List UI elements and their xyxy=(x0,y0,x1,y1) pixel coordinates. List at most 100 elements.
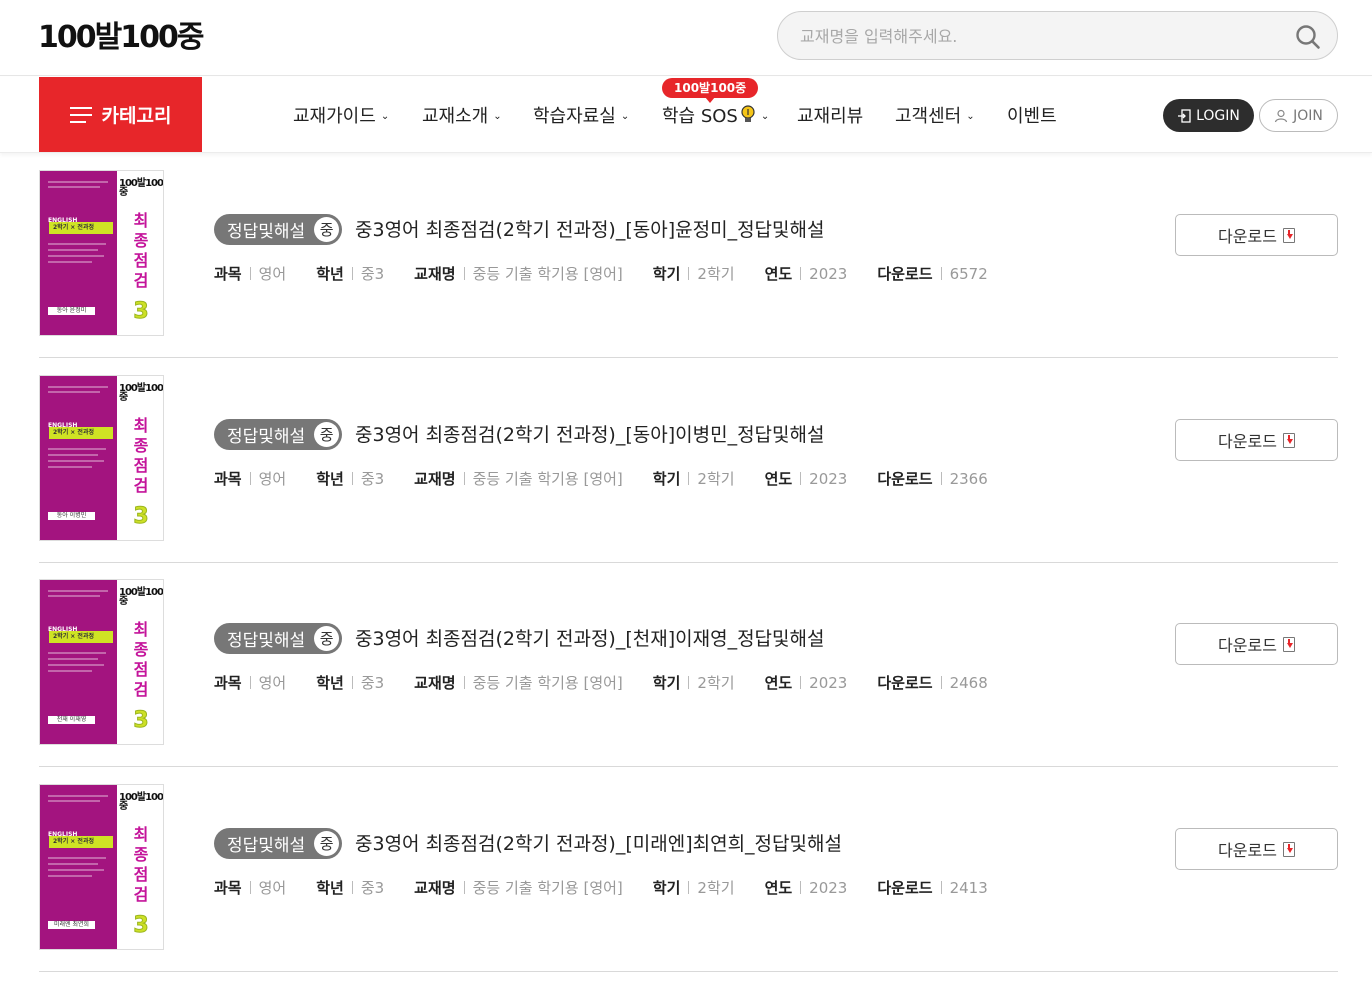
nav-item-sos[interactable]: 학습 SOS ⌄ xyxy=(662,101,769,129)
meta-key-downloads: 다운로드 xyxy=(877,470,933,488)
book-cover[interactable]: ENGLISH 2학기 × 전과정 동아 윤정미 100발100중 최종점검 3 xyxy=(39,170,164,336)
cover-number: 3 xyxy=(133,504,149,530)
category-badge: 정답및해설 중 xyxy=(214,623,343,654)
cover-publisher: 미래엔 최연희 xyxy=(48,921,95,929)
login-icon xyxy=(1178,108,1191,123)
cover-number: 3 xyxy=(133,299,149,325)
meta-key-subject: 과목 xyxy=(214,674,242,692)
meta-year: 2023 xyxy=(809,469,848,488)
meta-book: 중등 기출 학기용 [영어] xyxy=(472,674,623,692)
meta-semester: 2학기 xyxy=(697,470,735,488)
login-button[interactable]: LOGIN xyxy=(1163,99,1254,132)
meta-key-book: 교재명 xyxy=(414,879,456,897)
meta-key-semester: 학기 xyxy=(652,470,681,488)
cover-range: 2학기 × 전과정 xyxy=(49,631,113,643)
download-button[interactable]: 다운로드 xyxy=(1175,214,1338,256)
level-badge: 중 xyxy=(314,626,340,651)
cover-vertical-char: 종 xyxy=(133,436,149,455)
download-label: 다운로드 xyxy=(1218,432,1277,451)
category-badge: 정답및해설 중 xyxy=(214,214,343,245)
nav-item-review[interactable]: 교재리뷰 xyxy=(797,101,863,129)
meta-key-year: 연도 xyxy=(764,674,793,692)
category-button[interactable]: 카테고리 xyxy=(39,77,202,152)
cover-number: 3 xyxy=(133,913,149,939)
meta-semester: 2학기 xyxy=(697,265,735,283)
cover-range: 2학기 × 전과정 xyxy=(49,836,113,848)
cover-number: 3 xyxy=(133,708,149,734)
nav-item-label: 교재리뷰 xyxy=(797,106,864,127)
meta-grade: 중3 xyxy=(360,470,385,488)
meta-subject: 영어 xyxy=(258,470,287,488)
search-input[interactable] xyxy=(800,24,1270,48)
nav-item-label: 학습 SOS xyxy=(662,106,738,127)
nav-item-support[interactable]: 고객센터 ⌄ xyxy=(895,101,975,129)
download-icon xyxy=(1282,636,1295,652)
meta-semester: 2학기 xyxy=(697,674,735,692)
cover-vertical-char: 검 xyxy=(133,476,149,495)
item-meta: 과목 영어 학년 중3 교재명 중등 기출 학기용 [영어] 학기 2학기 연도 2023… xyxy=(214,468,988,489)
item-title[interactable]: 중3영어 최종점검(2학기 전과정)_[동아]이병민_정답및해설 xyxy=(355,420,824,447)
user-icon xyxy=(1275,109,1288,122)
category-badge: 정답및해설 중 xyxy=(214,419,343,450)
meta-book: 중등 기출 학기용 [영어] xyxy=(472,879,623,897)
item-title[interactable]: 중3영어 최종점검(2학기 전과정)_[동아]윤정미_정답및해설 xyxy=(355,215,824,242)
list-item: ENGLISH 2학기 × 전과정 동아 윤정미 100발100중 최종점검 3… xyxy=(39,153,1338,358)
nav-item-intro[interactable]: 교재소개 ⌄ xyxy=(422,101,502,129)
cover-logo: 100발100중 xyxy=(119,587,163,607)
meta-year: 2023 xyxy=(809,264,848,283)
cover-publisher: 동아 이병민 xyxy=(48,512,95,520)
nav-item-event[interactable]: 이벤트 xyxy=(1007,101,1057,129)
item-title[interactable]: 중3영어 최종점검(2학기 전과정)_[천재]이재영_정답및해설 xyxy=(355,624,824,651)
category-badge: 정답및해설 중 xyxy=(214,828,343,859)
join-button[interactable]: JOIN xyxy=(1259,99,1338,132)
nav-item-guide[interactable]: 교재가이드 ⌄ xyxy=(293,101,389,129)
lightbulb-icon xyxy=(741,105,755,122)
meta-key-year: 연도 xyxy=(764,470,793,488)
book-cover[interactable]: ENGLISH 2학기 × 전과정 천재 이재영 100발100중 최종점검 3 xyxy=(39,579,164,745)
download-icon xyxy=(1282,432,1295,448)
cover-range: 2학기 × 전과정 xyxy=(49,222,113,234)
meta-year: 2023 xyxy=(809,878,848,897)
nav-item-label: 이벤트 xyxy=(1007,106,1057,127)
cover-panel: ENGLISH 2학기 × 전과정 미래엔 최연희 xyxy=(40,785,117,949)
cover-logo: 100발100중 xyxy=(119,792,163,812)
item-meta: 과목 영어 학년 중3 교재명 중등 기출 학기용 [영어] 학기 2학기 연도 2023… xyxy=(214,672,988,693)
login-label: LOGIN xyxy=(1196,107,1240,124)
meta-key-subject: 과목 xyxy=(214,879,242,897)
download-icon xyxy=(1282,841,1295,857)
cover-vertical-char: 종 xyxy=(133,231,149,250)
cover-vertical-char: 검 xyxy=(133,271,149,290)
nav-item-label: 고객센터 xyxy=(895,106,962,127)
level-badge: 중 xyxy=(314,422,340,447)
book-cover[interactable]: ENGLISH 2학기 × 전과정 미래엔 최연희 100발100중 최종점검 … xyxy=(39,784,164,950)
list-item: ENGLISH 2학기 × 전과정 미래엔 최연희 100발100중 최종점검 … xyxy=(39,767,1338,972)
meta-grade: 중3 xyxy=(360,879,385,897)
search-icon[interactable] xyxy=(1295,24,1321,50)
meta-key-grade: 학년 xyxy=(316,879,344,897)
book-cover[interactable]: ENGLISH 2학기 × 전과정 동아 이병민 100발100중 최종점검 3 xyxy=(39,375,164,541)
cover-side: 100발100중 최종점검 3 xyxy=(117,171,163,335)
badge-label: 정답및해설 xyxy=(227,427,306,447)
meta-key-semester: 학기 xyxy=(652,879,681,897)
main-nav: 카테고리 교재가이드 ⌄ 교재소개 ⌄ 학습자료실 ⌄ 100발100중 학습 SOS… xyxy=(0,77,1372,153)
nav-item-resources[interactable]: 학습자료실 ⌄ xyxy=(533,101,629,129)
nav-item-label: 교재소개 xyxy=(422,106,489,127)
site-logo[interactable]: 100발100중 xyxy=(38,14,204,55)
cover-panel: ENGLISH 2학기 × 전과정 동아 윤정미 xyxy=(40,171,117,335)
cover-side: 100발100중 최종점검 3 xyxy=(117,580,163,744)
meta-semester: 2학기 xyxy=(697,879,735,897)
meta-downloads: 2366 xyxy=(949,469,988,488)
download-button[interactable]: 다운로드 xyxy=(1175,828,1338,870)
sos-badge: 100발100중 xyxy=(662,78,759,103)
item-meta: 과목 영어 학년 중3 교재명 중등 기출 학기용 [영어] 학기 2학기 연도 2023… xyxy=(214,877,988,898)
download-button[interactable]: 다운로드 xyxy=(1175,419,1338,461)
cover-vertical-char: 최 xyxy=(133,620,149,639)
cover-vertical-char: 최 xyxy=(133,825,149,844)
cover-side: 100발100중 최종점검 3 xyxy=(117,785,163,949)
item-title[interactable]: 중3영어 최종점검(2학기 전과정)_[미래엔]최연희_정답및해설 xyxy=(355,829,842,856)
cover-vertical-char: 검 xyxy=(133,885,149,904)
chevron-down-icon: ⌄ xyxy=(380,110,390,122)
badge-label: 정답및해설 xyxy=(227,836,306,856)
join-label: JOIN xyxy=(1293,107,1323,124)
download-button[interactable]: 다운로드 xyxy=(1175,623,1338,665)
